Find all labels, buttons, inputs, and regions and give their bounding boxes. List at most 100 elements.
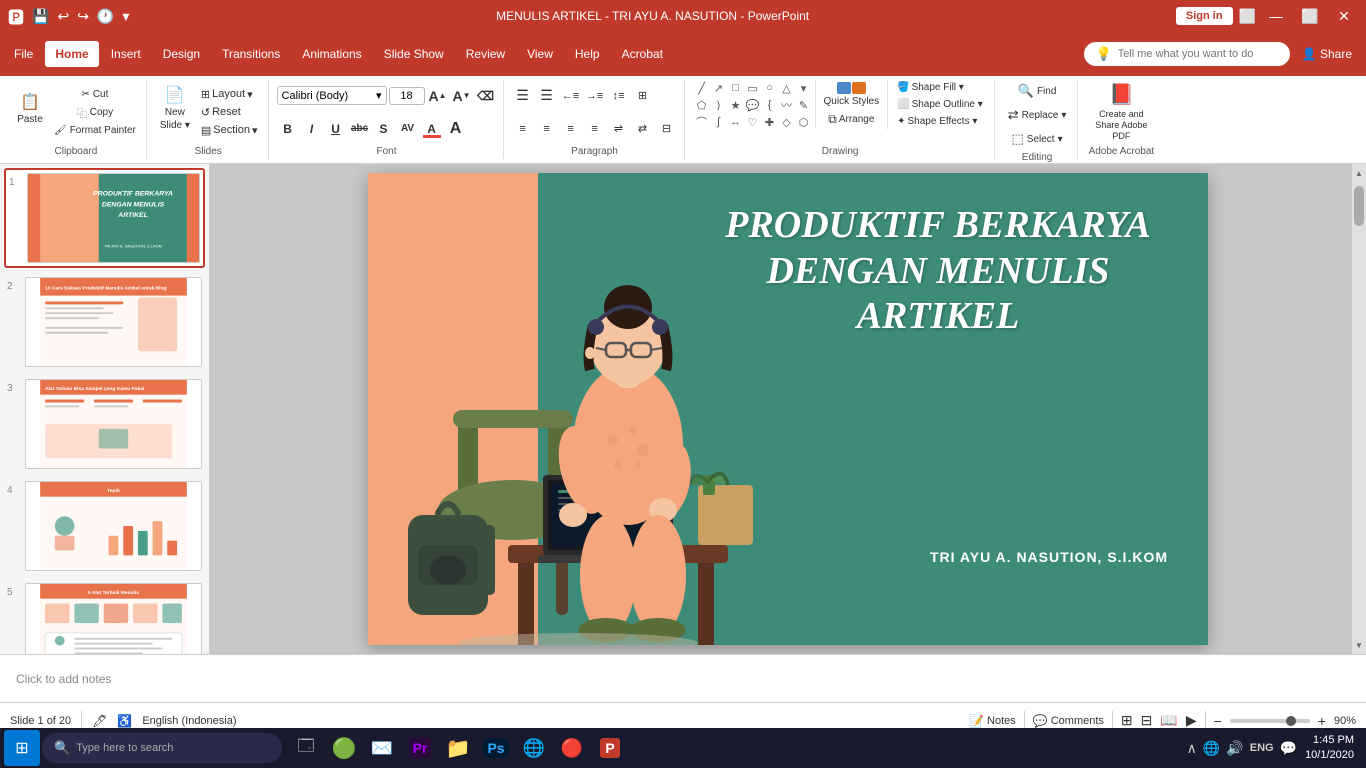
close-button[interactable]: ✕ [1330,2,1358,30]
menu-item-transitions[interactable]: Transitions [212,41,290,67]
paint-app[interactable]: 🔴 [554,730,590,766]
shape-outline-button[interactable]: ⬜ Shape Outline ▾ [892,97,988,112]
increase-indent-button[interactable]: →≡ [584,85,606,107]
bold-button[interactable]: B [277,118,299,140]
zoom-out-button[interactable]: − [1214,713,1222,729]
reset-button[interactable]: ↺ Reset [197,104,262,121]
shape-diamond[interactable]: ◇ [778,114,796,130]
quick-styles-button[interactable]: Quick Styles [820,80,884,109]
taskbar-search-box[interactable]: 🔍 Type here to search [42,733,282,763]
numbering-button[interactable]: ☰ [536,85,558,107]
shape-arrow[interactable]: ↗ [710,80,728,96]
shape-effects-button[interactable]: ✦ Shape Effects ▾ [892,114,988,129]
chrome-app[interactable]: 🟢 [326,730,362,766]
menu-item-insert[interactable]: Insert [101,41,151,67]
photoshop-app[interactable]: Ps [478,730,514,766]
shape-line[interactable]: ╱ [693,80,711,96]
font-name-box[interactable]: Calibri (Body) ▾ [277,86,387,105]
menu-item-review[interactable]: Review [456,41,515,67]
text-direction-button[interactable]: ⇌ [608,118,630,140]
normal-view-button[interactable]: ⊞ [1121,712,1133,729]
arrange-button[interactable]: ⧉ Arrange [820,111,884,128]
copy-button[interactable]: ⿻ Copy [50,103,140,122]
scroll-thumb[interactable] [1354,186,1364,226]
clear-format-button[interactable]: ⌫ [475,85,497,107]
scroll-up-arrow[interactable]: ▲ [1352,166,1366,180]
shape-pentagon[interactable]: ⬠ [693,97,711,113]
text-shadow-button[interactable]: S [373,118,395,140]
start-button[interactable]: ⊞ [4,730,40,766]
shape-chevron[interactable]: ⟩ [710,97,728,113]
select-button[interactable]: ⬚ Select ▾ [1003,128,1072,150]
menu-item-acrobat[interactable]: Acrobat [612,41,673,67]
find-button[interactable]: 🔍 Find [1003,80,1072,102]
shape-more[interactable]: ▾ [795,80,813,96]
volume-icon[interactable]: 🔊 [1226,740,1243,757]
slide-thumb-4[interactable]: 4 Topik [4,478,205,574]
font-size-increase-button[interactable]: A [445,118,467,140]
convert-button[interactable]: ⇄ [632,118,654,140]
notes-button[interactable]: 📝 Notes [969,714,1016,728]
layout-button[interactable]: ⊞ Layout ▾ [197,86,262,103]
menu-item-help[interactable]: Help [565,41,610,67]
shrink-font-button[interactable]: A▼ [451,85,473,107]
menu-item-animations[interactable]: Animations [292,41,371,67]
task-view-button[interactable]: 🗔 [288,730,324,766]
comments-button[interactable]: 💬 Comments [1033,714,1104,728]
smartart-button[interactable]: ⊟ [656,118,678,140]
shape-connector[interactable]: ↔ [727,114,745,130]
slide-thumb-1[interactable]: 1 PRODUKTIF BERKARYA DENGAN MENULIS ARTI… [4,168,205,268]
search-input[interactable] [1118,48,1278,60]
shape-arc[interactable]: ⌒ [693,114,711,130]
mail-app[interactable]: ✉️ [364,730,400,766]
minimize-button[interactable]: — [1262,2,1290,30]
decrease-indent-button[interactable]: ←≡ [560,85,582,107]
shape-fill-button[interactable]: 🪣 Shape Fill ▾ [892,80,988,95]
line-spacing-button[interactable]: ↕≡ [608,85,630,107]
slide-canvas[interactable]: Produktif Berkarya dengan Menulis Artike… [368,173,1208,645]
slide-thumb-3[interactable]: 3 Alat Tulisan Bisa Sampel yang Kamu Pak… [4,376,205,472]
slide-thumb-2[interactable]: 2 10 Cara Sukses Produktif Menulis Artik… [4,274,205,370]
grow-font-button[interactable]: A▲ [427,85,449,107]
undo-icon[interactable]: ↩ [57,8,69,25]
menu-item-design[interactable]: Design [153,41,210,67]
ribbon-display-icon[interactable]: ⬜ [1239,8,1256,25]
shape-heart[interactable]: ♡ [744,114,762,130]
slide-sorter-button[interactable]: ⊟ [1141,712,1153,729]
shape-triangle[interactable]: △ [778,80,796,96]
powerpoint-app[interactable]: P [592,730,628,766]
autosave-icon[interactable]: 🕐 [97,8,114,25]
shape-oval[interactable]: ○ [761,80,779,96]
shape-bracket[interactable]: { [761,97,779,113]
shape-rect[interactable]: □ [727,80,745,96]
taskbar-time[interactable]: 1:45 PM 10/1/2020 [1305,733,1354,764]
create-pdf-button[interactable]: 📕 Create and Share Adobe PDF [1086,84,1156,140]
vertical-scrollbar[interactable]: ▲ ▼ [1352,164,1366,654]
scroll-down-arrow[interactable]: ▼ [1352,638,1366,652]
replace-button[interactable]: ⇄ Replace ▾ [1003,104,1072,126]
restore-button[interactable]: ⬜ [1296,2,1324,30]
premiere-app[interactable]: Pr [402,730,438,766]
shape-curve[interactable]: ∫ [710,114,728,130]
zoom-level[interactable]: 90% [1334,715,1356,727]
notes-area[interactable]: Click to add notes [0,654,1366,702]
redo-icon[interactable]: ↪ [77,8,89,25]
menu-item-slideshow[interactable]: Slide Show [374,41,454,67]
customize-icon[interactable]: ▾ [122,8,129,25]
align-left-button[interactable]: ≡ [512,118,534,140]
reading-view-button[interactable]: 📖 [1160,712,1177,729]
share-button[interactable]: 👤 Share [1292,41,1362,67]
align-center-button[interactable]: ≡ [536,118,558,140]
section-button[interactable]: ▤ Section ▾ [197,122,262,139]
slide-thumb-5[interactable]: 5 5 Alat Terbaik Menulis [4,580,205,654]
shape-wave[interactable]: 〰 [778,97,796,113]
language-indicator[interactable]: ENG [1250,742,1274,754]
shape-cross[interactable]: ✚ [761,114,779,130]
notification-icon[interactable]: 💬 [1280,740,1297,757]
new-slide-button[interactable]: 📄 New Slide ▾ [155,80,195,136]
cut-button[interactable]: ✂ Cut [50,87,140,102]
format-painter-button[interactable]: 🖌 Format Painter [50,123,140,138]
bullets-button[interactable]: ☰ [512,85,534,107]
font-color-button[interactable]: A [421,118,443,140]
slideshow-button[interactable]: ▶ [1186,712,1197,729]
